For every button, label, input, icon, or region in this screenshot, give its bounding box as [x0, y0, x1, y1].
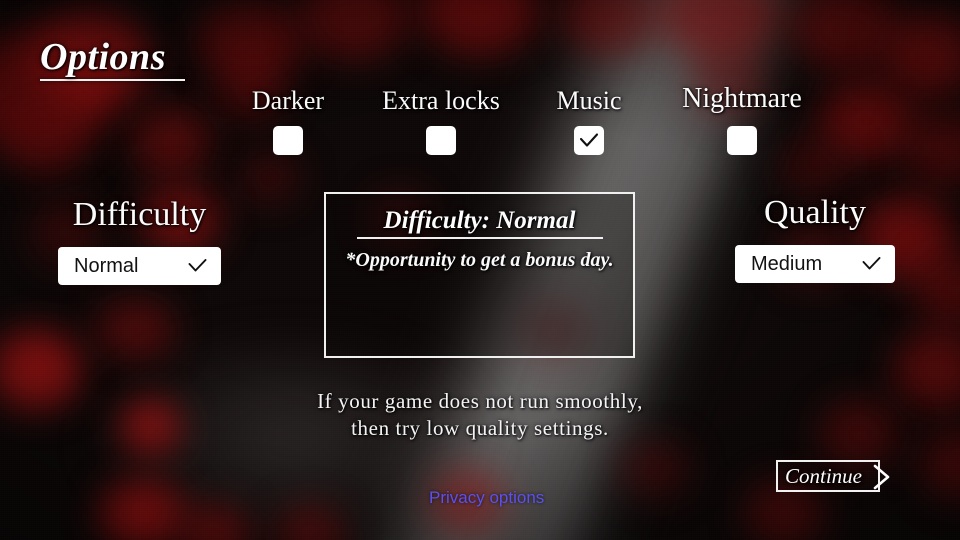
- performance-hint-line-2: then try low quality settings.: [351, 416, 609, 441]
- toggle-music[interactable]: Music: [539, 88, 639, 155]
- page-title: Options: [40, 38, 185, 81]
- quality-dropdown[interactable]: Medium: [735, 245, 895, 283]
- toggle-extra-locks-label: Extra locks: [382, 86, 500, 115]
- difficulty-info-title-underline: [356, 236, 603, 239]
- toggle-nightmare-label: Nightmare: [682, 83, 802, 114]
- difficulty-info-title: Difficulty: Normal: [383, 207, 576, 234]
- difficulty-info-title-wrap: Difficulty: Normal: [326, 207, 633, 239]
- toggle-darker[interactable]: Darker: [238, 88, 338, 155]
- checkbox-unchecked-icon[interactable]: [426, 126, 456, 155]
- difficulty-label: Difficulty: [72, 196, 207, 233]
- quality-label: Quality: [764, 194, 866, 231]
- difficulty-dropdown[interactable]: Normal: [58, 247, 221, 285]
- quality-value: Medium: [751, 253, 823, 275]
- continue-button[interactable]: Continue: [776, 460, 890, 492]
- difficulty-selector: Difficulty Normal: [58, 198, 221, 285]
- checkbox-unchecked-icon[interactable]: [727, 126, 757, 155]
- privacy-options-link[interactable]: Privacy options: [429, 489, 544, 506]
- checkbox-checked[interactable]: [574, 126, 604, 155]
- page-title-text: Options: [40, 36, 166, 78]
- difficulty-value: Normal: [74, 255, 139, 277]
- chevron-right-icon: [873, 464, 890, 490]
- chevron-down-icon: [188, 259, 207, 273]
- toggle-darker-label: Darker: [251, 86, 325, 115]
- chevron-down-icon: [862, 257, 881, 271]
- options-screen: Options Darker Extra locks Music Nightma…: [0, 0, 960, 540]
- toggle-music-label: Music: [556, 86, 622, 115]
- toggle-extra-locks[interactable]: Extra locks: [373, 88, 509, 155]
- page-title-underline: [40, 79, 185, 81]
- continue-button-label: Continue: [785, 464, 862, 488]
- performance-hint-line-1: If your game does not run smoothly,: [317, 389, 643, 413]
- checkbox-unchecked-icon[interactable]: [273, 126, 303, 155]
- difficulty-info-panel: Difficulty: Normal *Opportunity to get a…: [324, 192, 635, 358]
- difficulty-info-description: *Opportunity to get a bonus day.: [345, 248, 614, 271]
- toggle-nightmare[interactable]: Nightmare: [667, 85, 817, 155]
- quality-selector: Quality Medium: [735, 196, 895, 283]
- performance-hint: If your game does not run smoothly, then…: [0, 388, 960, 443]
- checkmark-icon: [579, 132, 599, 147]
